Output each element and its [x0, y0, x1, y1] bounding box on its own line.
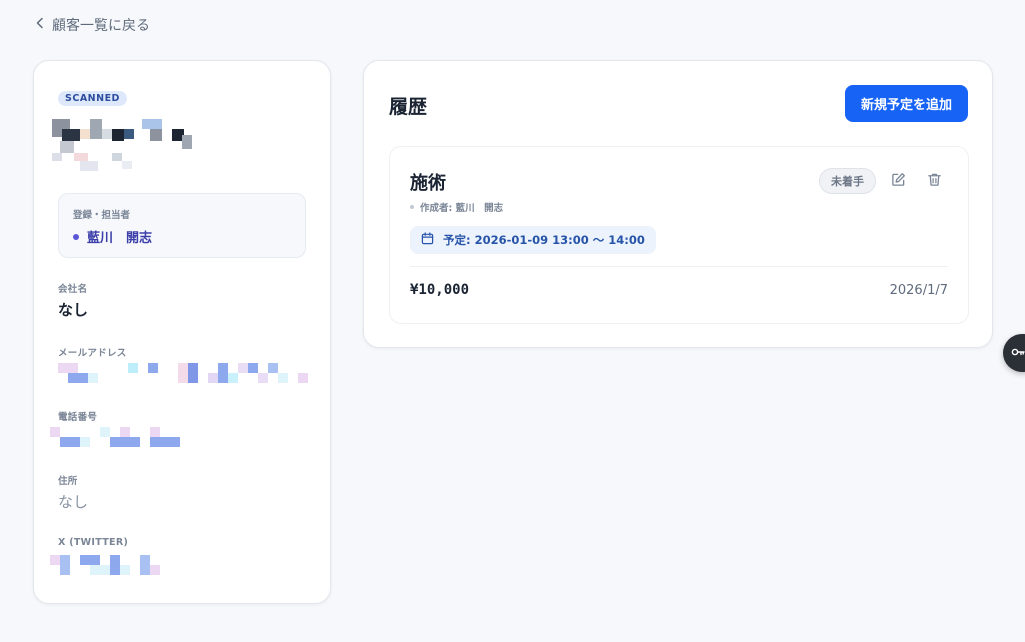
author-text: 作成者: 藍川 開志: [420, 203, 504, 214]
back-link-label: 顧客一覧に戻る: [52, 18, 150, 34]
history-card: 履歴 新規予定を追加 施術 未着手 作成者: 藍川 開志 予定: 2026-01…: [363, 60, 993, 348]
calendar-icon: [421, 232, 434, 248]
owner-info-box: 登録・担当者 藍川 開志: [58, 193, 306, 258]
key-icon: [1011, 344, 1025, 363]
schedule-text: 予定: 2026-01-09 13:00 〜 14:00: [443, 233, 645, 247]
owner-label: 登録・担当者: [73, 210, 131, 221]
pencil-icon: [891, 172, 906, 191]
author-line: 作成者: 藍川 開志: [410, 200, 503, 214]
company-field: 会社名 なし: [58, 281, 88, 320]
entry-price: ¥10,000: [410, 282, 470, 298]
edit-entry-button[interactable]: [888, 171, 908, 191]
history-entry: 施術 未着手 作成者: 藍川 開志 予定: 2026-01-09 13:00 〜…: [389, 146, 969, 324]
twitter-value-redacted: [50, 555, 160, 577]
customer-profile-card: SCANNED 登録・担当者 藍川 開志 会社名 なし メールアドレス 電話番号…: [33, 60, 331, 604]
back-to-customers-link[interactable]: 顧客一覧に戻る: [34, 15, 150, 35]
owner-value: 藍川 開志: [73, 227, 291, 246]
company-value: なし: [58, 301, 89, 319]
add-schedule-button[interactable]: 新規予定を追加: [844, 85, 968, 122]
owner-dot-icon: [73, 233, 79, 240]
twitter-label: X (TWITTER): [58, 537, 129, 548]
phone-field: 電話番号: [58, 409, 97, 423]
address-value: なし: [58, 493, 89, 511]
chevron-left-icon: [34, 17, 46, 33]
email-label: メールアドレス: [58, 348, 127, 359]
address-field: 住所 なし: [58, 473, 88, 512]
status-badge[interactable]: 未着手: [819, 168, 876, 194]
email-field: メールアドレス: [58, 345, 127, 359]
entry-date: 2026/1/7: [889, 283, 948, 298]
phone-value-redacted: [50, 427, 180, 447]
owner-name: 藍川 開志: [87, 231, 153, 246]
floating-tool-button[interactable]: [1003, 334, 1025, 372]
company-label: 会社名: [58, 284, 88, 295]
phone-label: 電話番号: [58, 412, 98, 423]
scanned-badge: SCANNED: [58, 91, 127, 106]
address-label: 住所: [58, 476, 78, 487]
delete-entry-button[interactable]: [924, 171, 944, 191]
customer-name-redacted: [52, 119, 194, 171]
entry-title: 施術: [410, 173, 446, 194]
history-title: 履歴: [389, 96, 428, 118]
trash-icon: [927, 172, 942, 191]
schedule-chip: 予定: 2026-01-09 13:00 〜 14:00: [410, 226, 656, 254]
twitter-field: X (TWITTER): [58, 537, 128, 548]
bullet-icon: [410, 205, 414, 209]
entry-divider: [410, 266, 948, 267]
email-value-redacted: [58, 363, 310, 383]
